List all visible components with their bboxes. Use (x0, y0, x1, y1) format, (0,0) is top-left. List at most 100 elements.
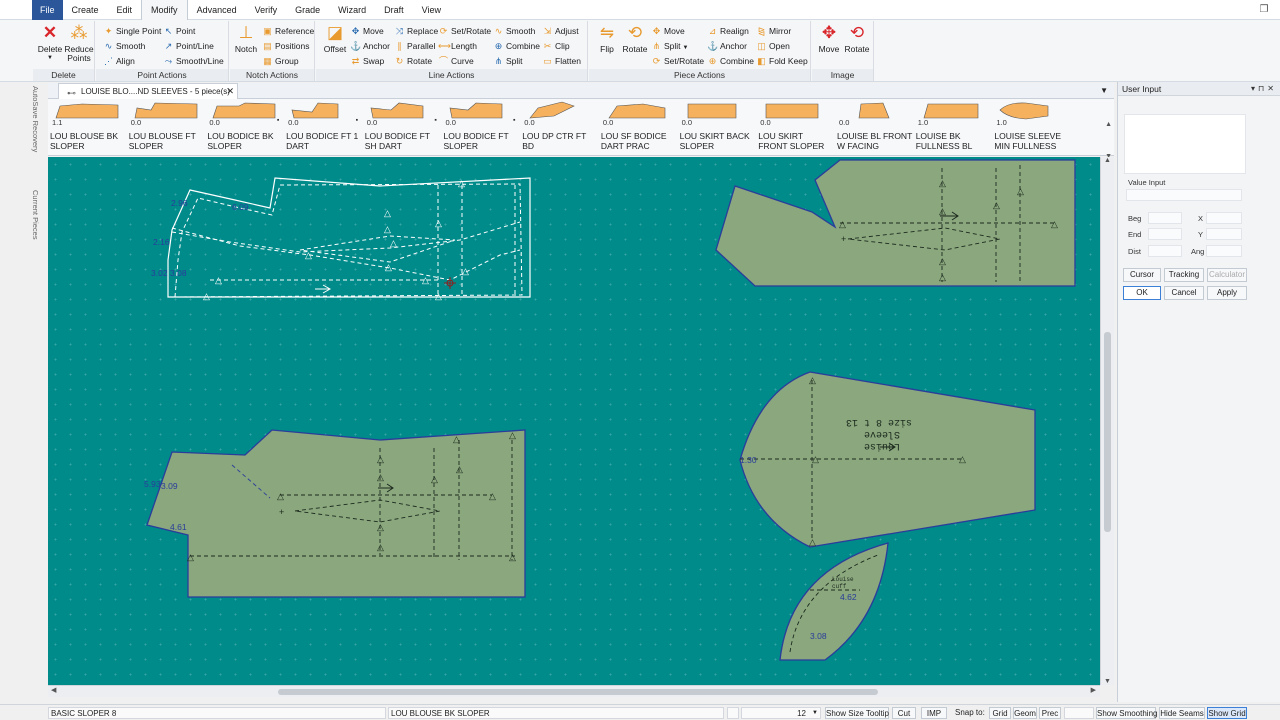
flip-button[interactable]: ⇋ Flip (593, 23, 621, 67)
sleeve-piece[interactable]: △ △ △ △ Louise Sleeve size 8 t 13 1.30 (739, 371, 1036, 548)
close-tab-icon[interactable]: ✕ (226, 84, 234, 99)
curve-button[interactable]: ⌒ Curve (438, 54, 474, 68)
piece-thumbnail[interactable]: 0.0 ▪ LOU BODICE FT 1 DART (284, 99, 362, 156)
imp-button[interactable]: IMP (921, 707, 947, 719)
dist-field[interactable] (1148, 245, 1182, 257)
piece-thumbnail[interactable]: 0.0 ▪ LOU BODICE FT SH DART (363, 99, 441, 156)
end-field[interactable] (1148, 228, 1182, 240)
beg-field[interactable] (1148, 212, 1182, 224)
piece-thumbnail[interactable]: 1.1 LOU BLOUSE BK SLOPER (48, 99, 126, 156)
pattern-canvas[interactable]: △ △ △ △ △ △ △ △ △ △ △ △ 2.96 6.09 2.16 3.02 3.08 (48, 157, 1100, 685)
snap-grid-button[interactable]: Grid (989, 707, 1011, 719)
rotate-line-button[interactable]: ↻ Rotate (394, 54, 432, 68)
combine-line-button[interactable]: ⊕ Combine (493, 39, 540, 53)
anchor-piece-button[interactable]: ⚓ Anchor (707, 39, 747, 53)
x-field[interactable] (1206, 212, 1242, 224)
piece-thumbnail[interactable]: 0.0 LOU SF BODICE DART PRAC (599, 99, 677, 156)
move-piece-button[interactable]: ✥ Move (651, 24, 685, 38)
scroll-up-icon[interactable]: ▲ (1104, 157, 1111, 164)
anchor-line-button[interactable]: ⚓ Anchor (350, 39, 390, 53)
piece-thumbnail[interactable]: 0.0 LOU BLOUSE FT SLOPER (127, 99, 205, 156)
reference-button[interactable]: ▣ Reference (262, 24, 314, 38)
move-line-button[interactable]: ✥ Move (350, 24, 384, 38)
vertical-scroll-thumb[interactable] (1104, 332, 1111, 532)
swap-button[interactable]: ⇄ Swap (350, 54, 385, 68)
move-image-button[interactable]: ✥ Move (815, 23, 843, 67)
piece-thumbnail[interactable]: 1.0 LOUISE SLEEVE MIN FULLNESS (992, 99, 1070, 156)
scroll-left-icon[interactable]: ◀ (51, 686, 56, 694)
adjust-button[interactable]: ⇲ Adjust (542, 24, 579, 38)
rotate-image-button[interactable]: ⟲ Rotate (843, 23, 871, 67)
show-grid-button[interactable]: Show Grid (1207, 707, 1247, 719)
notch-button[interactable]: ⊥ Notch (232, 23, 260, 67)
tab-draft[interactable]: Draft (375, 0, 413, 20)
delete-button[interactable]: ✕ Delete ▼ (36, 23, 64, 67)
ok-button[interactable]: OK (1123, 286, 1161, 300)
tab-dropdown-icon[interactable]: ▼ (1100, 86, 1108, 95)
rotate-piece-button[interactable]: ⟲ Rotate (621, 23, 649, 67)
scroll-down-icon[interactable]: ▼ (1104, 678, 1111, 685)
length-button[interactable]: ⟷Length (438, 39, 477, 53)
vertical-scrollbar[interactable]: ▲ ▼ (1100, 157, 1114, 685)
group-button[interactable]: ▦ Group (262, 54, 298, 68)
snap-geom-button[interactable]: Geom (1013, 707, 1037, 719)
piece-thumbnail[interactable]: 0.0 LOU SKIRT BACK SLOPER (678, 99, 756, 156)
realign-button[interactable]: ⊿ Realign (707, 24, 749, 38)
replace-button[interactable]: ⤨ Replace (394, 24, 438, 38)
show-smoothing-button[interactable]: Show Smoothing (1096, 707, 1157, 719)
piece-thumbnail[interactable]: 0.0 LOU DP CTR FT BD (520, 99, 598, 156)
tab-grade[interactable]: Grade (286, 0, 329, 20)
tab-view[interactable]: View (413, 0, 450, 20)
smooth-line-button[interactable]: ⤳ Smooth/Line (163, 54, 224, 68)
set-rotate-button[interactable]: ⟳ Set/Rotate (438, 24, 491, 38)
clip-button[interactable]: ✂ Clip (542, 39, 570, 53)
ang-field[interactable] (1206, 245, 1242, 257)
blouse-back-sloper-piece[interactable] (167, 177, 531, 298)
smooth-button[interactable]: ∿ Smooth (103, 39, 146, 53)
tab-edit[interactable]: Edit (108, 0, 142, 20)
cuff-piece[interactable]: Louise cuff 4.62 3.08 (779, 542, 889, 661)
point-button[interactable]: ↖ Point (163, 24, 196, 38)
parallel-button[interactable]: ∥ Parallel (394, 39, 435, 53)
flatten-button[interactable]: ▭ Flatten (542, 54, 581, 68)
tab-modify[interactable]: Modify (141, 0, 188, 20)
cursor-button[interactable]: Cursor (1123, 268, 1161, 282)
bodice-back-sloper-piece[interactable]: △ △ △ △ △ △ △ △ △ △ △ △ + 5.93 3.09 4.61 (144, 429, 526, 598)
piece-thumbnail[interactable]: 0.0 LOUISE BL FRONT W FACING (835, 99, 913, 156)
size-select[interactable]: 12 ▼ (741, 707, 821, 719)
horizontal-scrollbar[interactable]: ◀ ▶ (48, 685, 1100, 697)
piece-thumbnail[interactable]: 0.0 ▪ LOU BODICE BK SLOPER (205, 99, 283, 156)
tab-verify[interactable]: Verify (246, 0, 287, 20)
combine-piece-button[interactable]: ⊕ Combine (707, 54, 754, 68)
reduce-points-button[interactable]: ⁂ Reduce Points (64, 23, 94, 67)
y-field[interactable] (1206, 228, 1242, 240)
horizontal-scroll-thumb[interactable] (278, 689, 878, 695)
cut-button[interactable]: Cut (892, 707, 916, 719)
snap-prec-button[interactable]: Prec (1039, 707, 1061, 719)
hide-seams-button[interactable]: Hide Seams (1159, 707, 1205, 719)
panel-controls-icon[interactable]: ▾⊓✕ (1251, 82, 1277, 96)
open-button[interactable]: ◫ Open (756, 39, 790, 53)
align-button[interactable]: ⋰ Align (103, 54, 135, 68)
scroll-right-icon[interactable]: ▶ (1091, 686, 1096, 694)
apply-button[interactable]: Apply (1207, 286, 1247, 300)
single-point-button[interactable]: ✦ Single Point (103, 24, 162, 38)
document-tab[interactable]: ⊷ LOUISE BLO....ND SLEEVES - 5 piece(s) … (58, 83, 238, 99)
piece-thumbnail[interactable]: 1.0 LOUISE BK FULLNESS BL (914, 99, 992, 156)
cancel-button[interactable]: Cancel (1164, 286, 1204, 300)
split-line-button[interactable]: ⋔ Split (493, 54, 523, 68)
offset-button[interactable]: ◪ Offset (321, 23, 349, 67)
piece-thumbnail[interactable]: 0.0 ▪ LOU BODICE FT SLOPER (442, 99, 520, 156)
tab-create[interactable]: Create (63, 0, 108, 20)
tracking-button[interactable]: Tracking (1164, 268, 1204, 282)
calculator-button[interactable]: Calculator (1207, 268, 1247, 282)
value-input-field[interactable] (1126, 189, 1242, 201)
mirror-button[interactable]: ⧎ Mirror (756, 24, 791, 38)
current-pieces-tab[interactable]: Current Pieces (31, 190, 40, 240)
set-rotate-piece-button[interactable]: ⟳ Set/Rotate (651, 54, 704, 68)
show-size-tooltip-button[interactable]: Show Size Tooltip (825, 707, 889, 719)
tab-wizard[interactable]: Wizard (329, 0, 375, 20)
point-line-button[interactable]: ↗ Point/Line (163, 39, 214, 53)
blouse-front-sloper-piece[interactable]: △ △ △ △ △ △ △ △ + (715, 159, 1076, 287)
restore-window-icon[interactable]: ❐ (1258, 4, 1270, 16)
